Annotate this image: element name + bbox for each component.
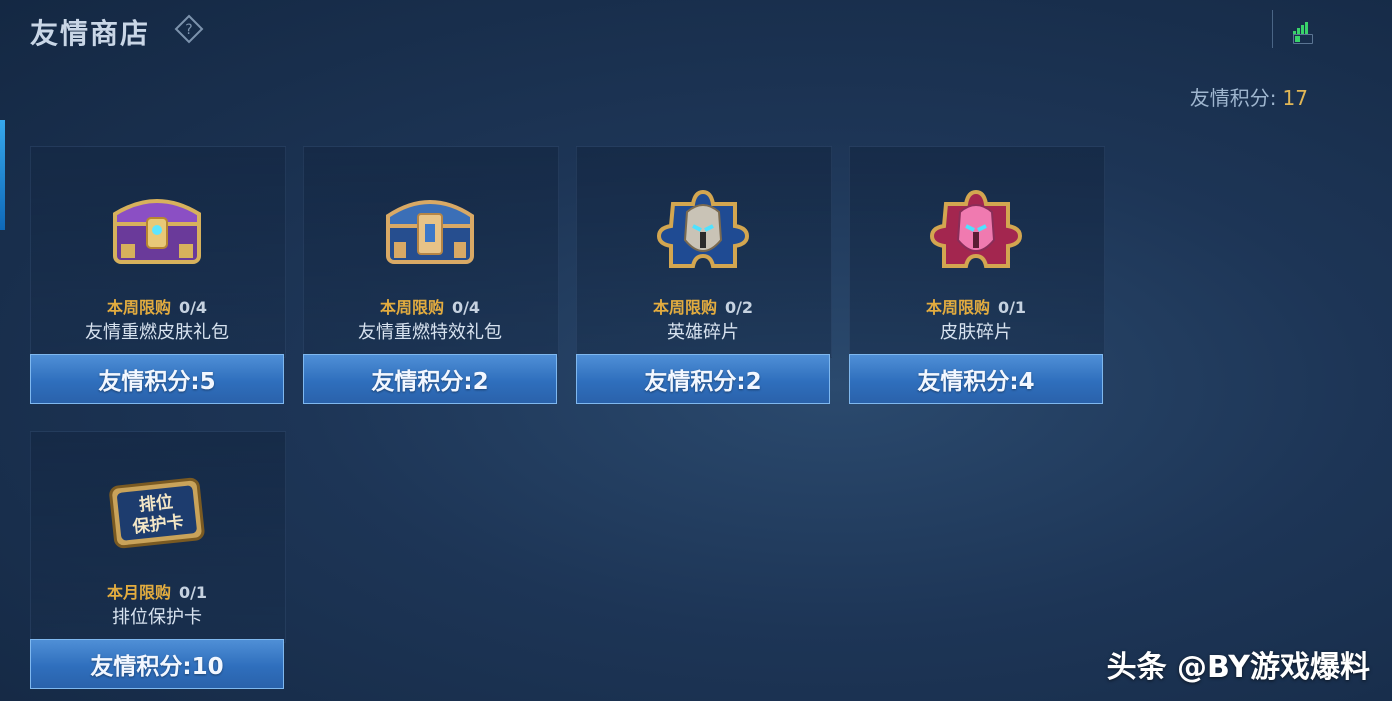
watermark: 头条 @BY游戏爆料 [1106, 650, 1370, 685]
limit-label: 本周限购 [925, 298, 990, 317]
svg-text:?: ? [185, 22, 192, 38]
friendship-points-balance: 友情积分: 17 [1190, 82, 1308, 111]
purple-treasure-chest-icon [113, 199, 201, 264]
points-label: 友情积分: [1189, 86, 1277, 110]
skin-fragment-icon [929, 189, 1023, 268]
item-name: 皮肤碎片 [940, 322, 1012, 343]
purchase-limit: 本周限购 0/1 [849, 294, 1103, 318]
item-name: 友情重燃皮肤礼包 [85, 322, 229, 343]
limit-label: 本周限购 [379, 298, 444, 317]
question-diamond-icon[interactable]: ? [174, 14, 204, 44]
purchase-limit: 本周限购 0/4 [30, 294, 284, 318]
limit-count: 0/4 [178, 298, 208, 317]
blue-treasure-chest-icon [386, 200, 474, 264]
price-button[interactable]: 友情积分:2 [303, 354, 557, 404]
limit-count: 0/1 [997, 298, 1027, 317]
purchase-limit: 本周限购 0/4 [303, 294, 557, 318]
price-button[interactable]: 友情积分:10 [30, 639, 284, 689]
purchase-limit: 本月限购 0/1 [30, 579, 284, 603]
price-button[interactable]: 友情积分:2 [576, 354, 830, 404]
points-value: 17 [1282, 86, 1308, 110]
card-text-line1: 排位 [138, 491, 174, 515]
limit-label: 本周限购 [106, 298, 171, 317]
limit-label: 本月限购 [106, 583, 171, 602]
item-name: 友情重燃特效礼包 [358, 322, 502, 343]
rank-protection-card-icon: 排位 保护卡 [109, 477, 205, 549]
limit-count: 0/2 [724, 298, 754, 317]
shop-item-card: 本周限购 0/4 友情重燃特效礼包 友情积分:2 [303, 146, 559, 404]
limit-count: 0/4 [451, 298, 481, 317]
battery-icon [1293, 34, 1313, 44]
hero-fragment-icon [656, 189, 750, 268]
page-title: 友情商店 [30, 17, 151, 50]
item-name: 排位保护卡 [112, 607, 202, 628]
shop-item-card: 本周限购 0/4 友情重燃皮肤礼包 友情积分:5 [30, 146, 286, 404]
shop-item-card: 本周限购 0/2 英雄碎片 友情积分:2 [576, 146, 832, 404]
limit-label: 本周限购 [652, 298, 717, 317]
shop-item-card: 本周限购 0/1 皮肤碎片 友情积分:4 [849, 146, 1105, 404]
item-name: 英雄碎片 [667, 322, 739, 343]
shop-item-card: 排位 保护卡 本月限购 0/1 排位保护卡 友情积分:10 [30, 431, 286, 689]
device-status [1272, 10, 1321, 48]
purchase-limit: 本周限购 0/2 [576, 294, 830, 318]
limit-count: 0/1 [178, 583, 208, 602]
left-edge-glow [0, 120, 5, 230]
signal-bars-icon [1293, 16, 1309, 35]
price-button[interactable]: 友情积分:5 [30, 354, 284, 404]
price-button[interactable]: 友情积分:4 [849, 354, 1103, 404]
